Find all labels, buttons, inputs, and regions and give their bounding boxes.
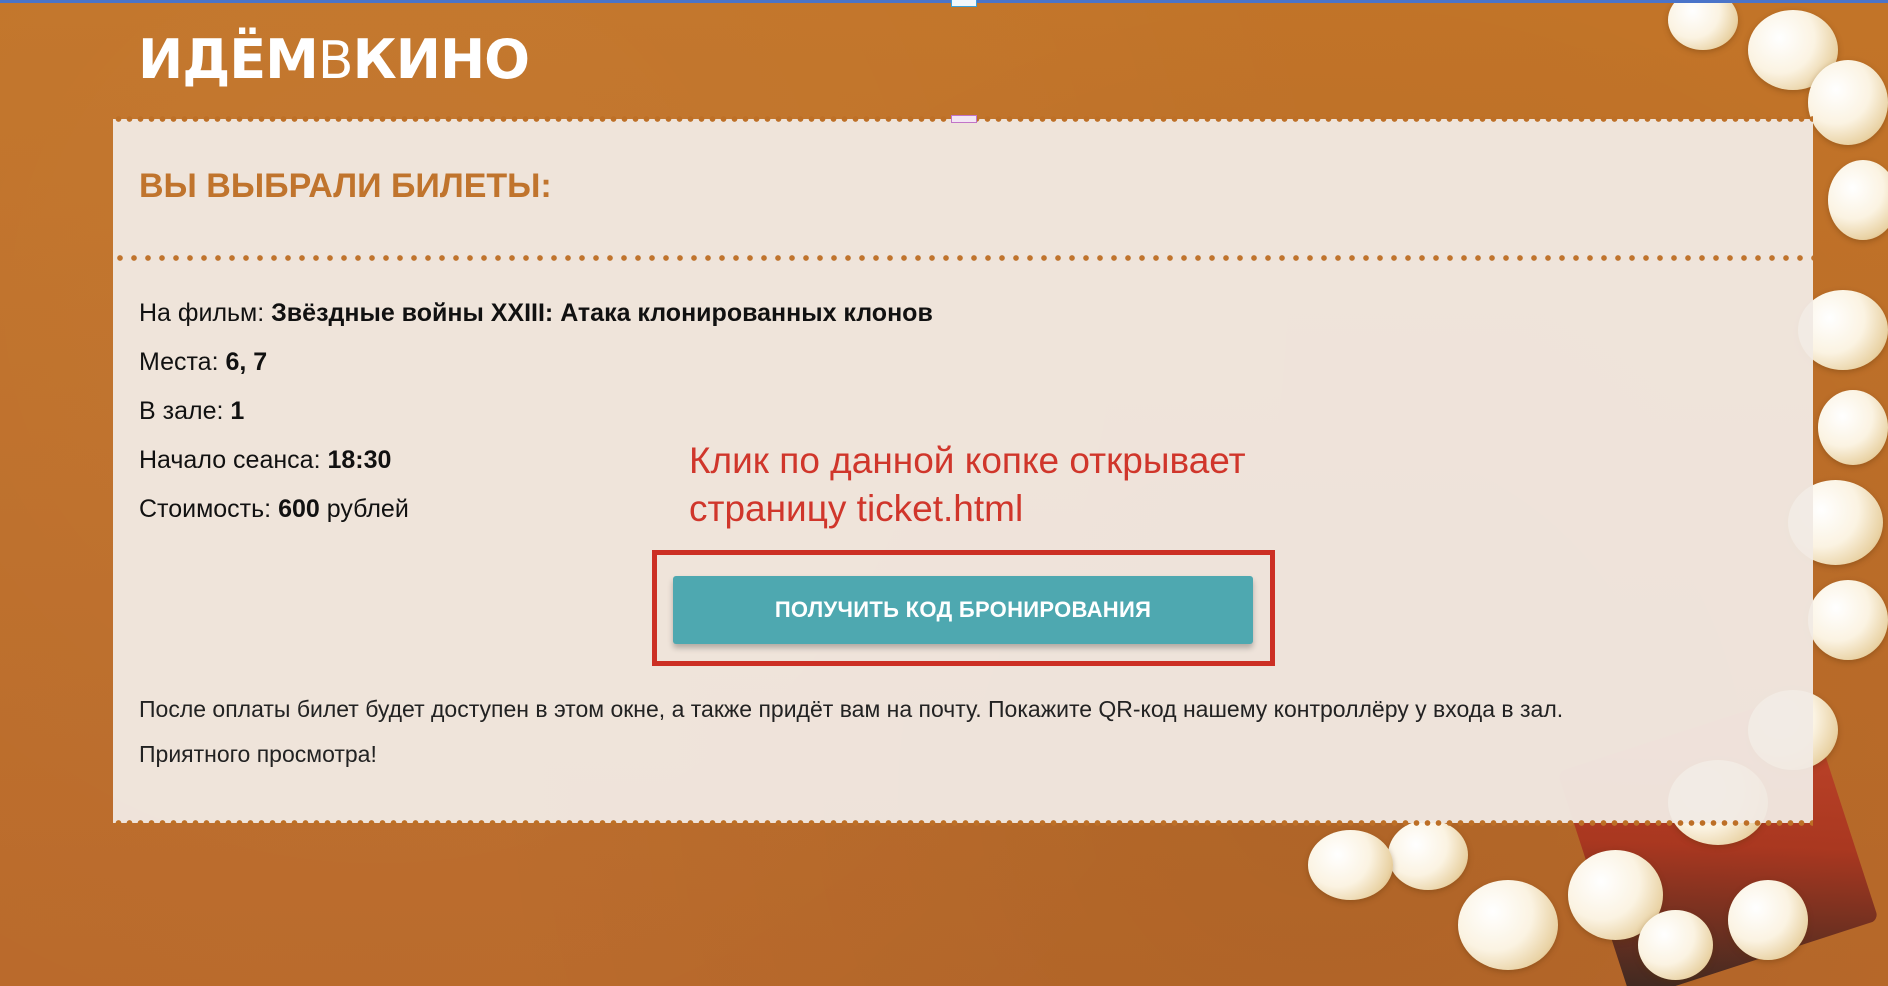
- card-handle: [951, 115, 977, 123]
- popcorn-kernel: [1808, 60, 1888, 145]
- popcorn-kernel: [1388, 820, 1468, 890]
- popcorn-kernel: [1308, 830, 1393, 900]
- hall-value: 1: [230, 397, 245, 425]
- hall-line: В зале: 1: [139, 387, 933, 436]
- site-logo[interactable]: ИДЁМВКИНО: [138, 28, 530, 92]
- price-label: Стоимость:: [139, 495, 272, 523]
- note-line-1: После оплаты билет будет доступен в этом…: [139, 696, 1564, 722]
- movie-line: На фильм: Звёздные войны XXIII: Атака кл…: [139, 289, 933, 338]
- get-booking-code-button[interactable]: ПОЛУЧИТЬ КОД БРОНИРОВАНИЯ: [673, 576, 1253, 644]
- ticket-card: ВЫ ВЫБРАЛИ БИЛЕТЫ: На фильм: Звёздные во…: [113, 115, 1813, 827]
- ticket-note: После оплаты билет будет доступен в этом…: [139, 687, 1563, 777]
- red-annotation: Клик по данной копке открывает страницу …: [689, 437, 1246, 533]
- logo-part-3: КИНО: [352, 28, 530, 91]
- start-value: 18:30: [327, 446, 392, 474]
- hall-label: В зале:: [139, 397, 224, 425]
- note-line-2: Приятного просмотра!: [139, 741, 377, 767]
- seats-line: Места: 6, 7: [139, 338, 933, 387]
- popcorn-kernel: [1828, 160, 1888, 240]
- ticket-title: ВЫ ВЫБРАЛИ БИЛЕТЫ:: [139, 167, 552, 205]
- annotation-line-1: Клик по данной копке открывает: [689, 440, 1246, 481]
- popcorn-kernel: [1808, 580, 1888, 660]
- seats-label: Места:: [139, 348, 219, 376]
- logo-part-2: В: [317, 31, 354, 91]
- browser-top-line: [0, 0, 1888, 3]
- seats-value: 6, 7: [225, 348, 268, 376]
- popcorn-kernel: [1728, 880, 1808, 960]
- dotted-divider: [113, 254, 1813, 262]
- annotation-line-2: страницу ticket.html: [689, 488, 1024, 529]
- movie-label: На фильм:: [139, 299, 265, 327]
- logo-part-1: ИДЁМ: [138, 28, 319, 91]
- movie-value: Звёздные войны XXIII: Атака клонированны…: [271, 299, 933, 327]
- popcorn-kernel: [1458, 880, 1558, 970]
- popcorn-kernel: [1638, 910, 1713, 980]
- popcorn-kernel: [1818, 390, 1888, 465]
- popcorn-kernel: [1668, 0, 1738, 50]
- top-handle: [951, 0, 977, 7]
- price-currency: рублей: [326, 495, 409, 523]
- start-label: Начало сеанса:: [139, 446, 321, 474]
- ticket-card-header: ВЫ ВЫБРАЛИ БИЛЕТЫ:: [113, 119, 1813, 258]
- price-value: 600: [278, 495, 320, 523]
